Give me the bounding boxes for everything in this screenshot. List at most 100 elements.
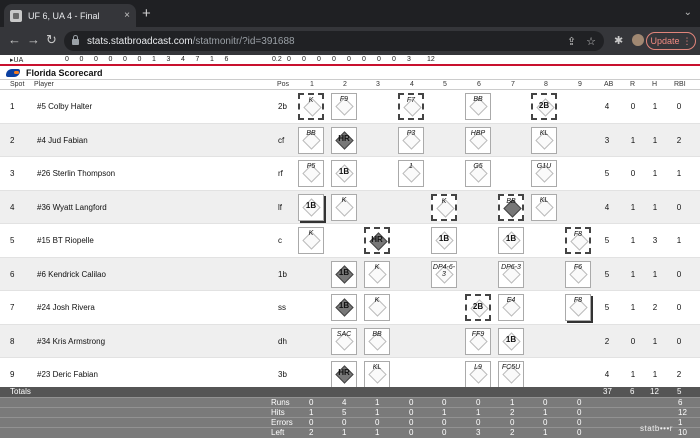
at-bat-box[interactable]: 1B	[431, 227, 457, 254]
linescore-value: 2	[309, 428, 314, 437]
at-bat-box[interactable]: BB	[298, 126, 324, 154]
at-bat-box[interactable]: F8	[565, 294, 591, 321]
at-bat-box[interactable]: KL	[531, 126, 557, 154]
lock-icon[interactable]	[72, 35, 79, 45]
player-r: 1	[630, 202, 636, 212]
at-bat-box[interactable]: K	[364, 260, 390, 288]
browser-tab[interactable]: UF 6, UA 4 - Final ×	[4, 4, 136, 27]
player-name[interactable]: #6 Kendrick Calilao	[37, 270, 106, 279]
at-bat-box[interactable]: FF9	[465, 327, 491, 355]
player-row[interactable]: 4 #36 Wyatt Langford lf 1B K K BB KL 4 1 1 0	[0, 190, 700, 224]
batting-spot: 1	[10, 102, 15, 111]
batting-spot: 7	[10, 303, 15, 312]
play-result: 1B	[438, 234, 450, 243]
at-bat-box[interactable]: 1B	[331, 160, 357, 187]
at-bat-box[interactable]: 2B	[531, 93, 557, 120]
at-bat-box[interactable]: E4	[498, 294, 524, 321]
at-bat-box[interactable]: K	[331, 193, 357, 221]
play-result: L9	[474, 364, 482, 371]
at-bat-box[interactable]: KL	[364, 361, 390, 388]
ua-inning-value: 0	[65, 56, 69, 63]
player-row[interactable]: 8 #34 Kris Armstrong dh SAC BB FF9 1B 2 0 1 0	[0, 324, 700, 358]
at-bat-box[interactable]: BB	[465, 93, 491, 120]
play-result: K	[374, 263, 380, 271]
at-bat-box[interactable]: DP6-3	[498, 260, 524, 288]
at-bat-box[interactable]: HR	[331, 126, 357, 154]
at-bat-box[interactable]: 1B	[331, 294, 357, 321]
at-bat-box[interactable]: P5	[298, 160, 324, 187]
at-bat-box[interactable]: 1B	[498, 327, 524, 355]
header-inning-2: 2	[343, 81, 347, 88]
forward-arrow-icon[interactable]: →	[27, 32, 40, 47]
play-result: 2B	[538, 101, 550, 110]
at-bat-box[interactable]: 1	[398, 160, 424, 187]
at-bat-box[interactable]: K	[364, 294, 390, 321]
bookmark-star-icon[interactable]: ☆	[586, 35, 596, 48]
player-name[interactable]: #26 Sterlin Thompson	[37, 169, 115, 178]
at-bat-box[interactable]: F7	[398, 93, 424, 120]
at-bat-box[interactable]: 1B	[498, 227, 524, 254]
header-inning-5: 5	[443, 81, 447, 88]
player-row[interactable]: 6 #6 Kendrick Calilao 1b 1B K DP4-6-3 DP6-3 F6 5…	[0, 257, 700, 291]
at-bat-box[interactable]: 2B	[465, 294, 491, 321]
ua-inning-value: 3	[166, 56, 171, 63]
profile-avatar[interactable]	[632, 34, 644, 46]
at-bat-box[interactable]: F8	[565, 227, 591, 254]
at-bat-box[interactable]: K	[298, 227, 324, 254]
linescore-value: 0	[309, 418, 314, 427]
ua-stat-value: 0	[332, 56, 336, 63]
at-bat-box[interactable]: G5	[465, 160, 491, 187]
linescore-value: 0	[409, 408, 414, 417]
player-name[interactable]: #36 Wyatt Langford	[37, 203, 107, 212]
at-bat-box[interactable]: G1U	[531, 160, 557, 187]
player-name[interactable]: #15 BT Riopelle	[37, 236, 94, 245]
at-bat-box[interactable]: 1B	[331, 260, 357, 288]
at-bat-box[interactable]: P3	[398, 126, 424, 154]
at-bat-box[interactable]: FC5U	[498, 361, 524, 388]
player-r: 1	[630, 269, 636, 279]
player-position: 3b	[278, 370, 287, 379]
linescore-total: 6	[678, 398, 683, 407]
player-name[interactable]: #34 Kris Armstrong	[37, 337, 105, 346]
extensions-icon[interactable]: ✱	[614, 34, 623, 47]
at-bat-box[interactable]: HBP	[465, 126, 491, 154]
at-bat-box[interactable]: KL	[531, 193, 557, 221]
player-name[interactable]: #24 Josh Rivera	[37, 303, 95, 312]
ua-inning-value: 1	[152, 56, 156, 63]
at-bat-box[interactable]: HR	[364, 227, 390, 254]
player-row[interactable]: 2 #4 Jud Fabian cf BB HR P3 HBP KL 3 1 1 2	[0, 123, 700, 157]
player-row[interactable]: 1 #5 Colby Halter 2b K F9 F7 BB 2B 4 0 1 0	[0, 90, 700, 124]
back-arrow-icon[interactable]: ←	[8, 32, 21, 47]
at-bat-box[interactable]: SAC	[331, 327, 357, 355]
linescore-value: 2	[510, 408, 515, 417]
player-row[interactable]: 3 #26 Sterlin Thompson rf P5 1B 1 G5 G1U 5 0 1 1	[0, 157, 700, 191]
new-tab-icon[interactable]: +	[142, 5, 151, 22]
linescore-value: 0	[577, 408, 582, 417]
share-icon[interactable]: ⇪	[567, 35, 576, 48]
at-bat-box[interactable]: K	[298, 93, 324, 120]
update-button[interactable]: Update ⋮	[646, 32, 696, 50]
ua-team-label[interactable]: ▸UA	[10, 56, 23, 64]
play-result: BB	[473, 96, 483, 103]
play-result: F9	[339, 96, 349, 103]
player-name[interactable]: #4 Jud Fabian	[37, 136, 88, 145]
at-bat-box[interactable]: BB	[364, 327, 390, 355]
at-bat-box[interactable]: HR	[331, 361, 357, 388]
reload-icon[interactable]: ↻	[46, 32, 57, 48]
linescore-value: 1	[375, 408, 380, 417]
player-name[interactable]: #23 Deric Fabian	[37, 370, 98, 379]
close-tab-icon[interactable]: ×	[124, 10, 130, 21]
linescore-row: Errors 0 0 0 0 0 0 0 0 0 1	[0, 417, 700, 427]
player-row[interactable]: 5 #15 BT Riopelle c K HR 1B 1B F8 5 1 3 1	[0, 224, 700, 258]
at-bat-box[interactable]: F6	[565, 260, 591, 288]
tab-search-icon[interactable]: ⌄	[684, 7, 692, 18]
at-bat-box[interactable]: F9	[331, 93, 357, 120]
address-bar[interactable]: stats.statbroadcast.com /statmonitr/?id=…	[64, 31, 604, 51]
player-row[interactable]: 7 #24 Josh Rivera ss 1B K 2B E4 F8 5 1 2 0	[0, 291, 700, 325]
at-bat-box[interactable]: BB	[498, 193, 524, 221]
at-bat-box[interactable]: DP4-6-3	[431, 260, 457, 288]
at-bat-box[interactable]: 1B	[298, 193, 324, 221]
player-name[interactable]: #5 Colby Halter	[37, 102, 92, 111]
at-bat-box[interactable]: L9	[465, 361, 491, 388]
at-bat-box[interactable]: K	[431, 193, 457, 221]
